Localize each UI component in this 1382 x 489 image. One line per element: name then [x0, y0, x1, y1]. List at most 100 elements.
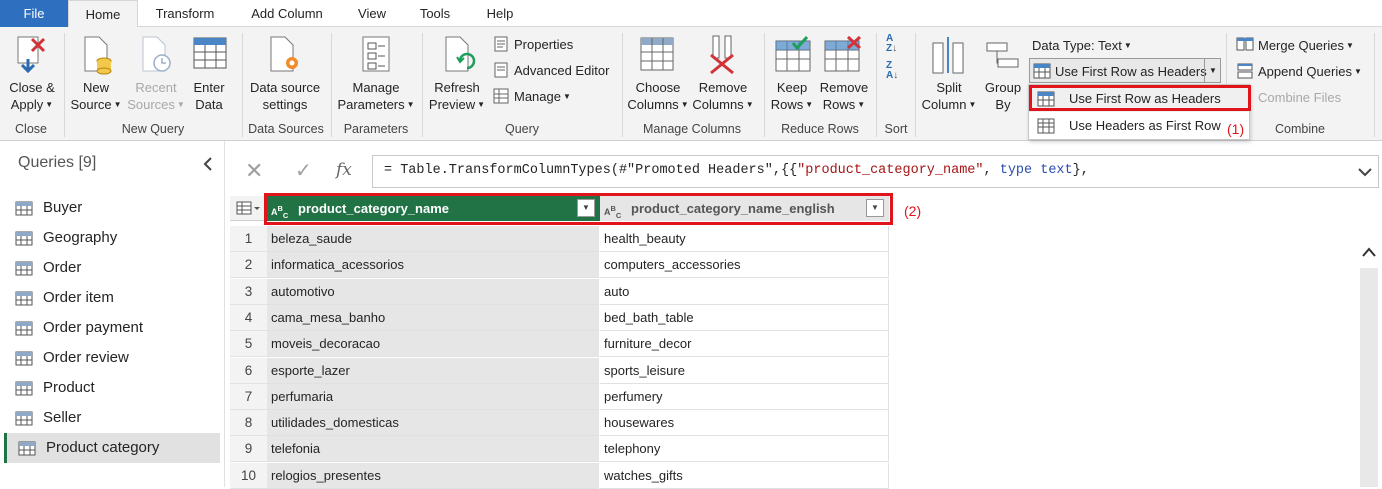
manage-button[interactable]: Manage ▼	[514, 88, 571, 105]
table-cell[interactable]: perfumaria	[267, 383, 600, 410]
remove-rows-icon	[824, 35, 862, 72]
sort-descending-button[interactable]: Z A↓	[886, 61, 898, 81]
tab-help[interactable]: Help	[476, 0, 524, 27]
append-queries-button[interactable]: Append Queries ▼	[1258, 63, 1362, 80]
row-number[interactable]: 8	[230, 410, 267, 437]
properties-button[interactable]: Properties	[514, 36, 573, 53]
vertical-scrollbar[interactable]	[1358, 240, 1380, 487]
row-number[interactable]: 7	[230, 383, 267, 410]
scrollbar-thumb[interactable]	[1360, 268, 1378, 487]
table-cell[interactable]: telefonia	[267, 436, 600, 463]
collapse-chevron-icon[interactable]	[202, 157, 214, 171]
remove-columns-button[interactable]: Remove Columns ▼	[690, 79, 756, 113]
tab-view[interactable]: View	[350, 0, 394, 27]
row-number[interactable]: 2	[230, 252, 267, 279]
keep-rows-button[interactable]: Keep Rows ▼	[768, 79, 816, 113]
table-cell[interactable]: watches_gifts	[600, 462, 889, 489]
query-item[interactable]: Seller	[4, 403, 220, 433]
row-number[interactable]: 9	[230, 436, 267, 463]
tab-home[interactable]: Home	[68, 0, 138, 28]
keep-rows-icon	[775, 35, 811, 72]
new-source-button[interactable]: New Source ▼	[68, 79, 124, 113]
manage-parameters-button[interactable]: Manage Parameters ▼	[334, 79, 418, 113]
group-label-reduce-rows: Reduce Rows	[781, 122, 859, 136]
table-cell[interactable]: informatica_acessorios	[267, 252, 600, 279]
table-cell[interactable]: health_beauty	[600, 226, 889, 252]
table-menu-button[interactable]	[230, 196, 267, 221]
row-number[interactable]: 3	[230, 278, 267, 305]
query-item[interactable]: Buyer	[4, 193, 220, 223]
recent-sources-icon	[142, 36, 171, 72]
refresh-preview-icon	[445, 36, 476, 72]
tab-tools[interactable]: Tools	[412, 0, 458, 27]
query-item[interactable]: Order payment	[4, 313, 220, 343]
table-cell[interactable]: cama_mesa_banho	[267, 304, 600, 331]
expand-formula-chevron-icon[interactable]	[1358, 167, 1372, 177]
confirm-formula-icon[interactable]: ✓	[295, 160, 312, 182]
formula-prefix: = Table.TransformColumnTypes(#"Promoted …	[384, 163, 798, 178]
menu-item-use-headers-as-first-row[interactable]: Use Headers as First Row	[1029, 113, 1249, 139]
table-cell[interactable]: beleza_saude	[267, 226, 600, 252]
table-cell[interactable]: automotivo	[267, 278, 600, 305]
table-cell[interactable]: telephony	[600, 436, 889, 463]
query-item[interactable]: Product category	[4, 433, 220, 463]
table-cell[interactable]: moveis_decoracao	[267, 331, 600, 358]
query-item[interactable]: Order review	[4, 343, 220, 373]
enter-data-button[interactable]: Enter Data	[186, 79, 232, 113]
row-number[interactable]: 6	[230, 357, 267, 384]
remove-rows-button[interactable]: Remove Rows ▼	[816, 79, 872, 113]
queries-title: Queries [9]	[18, 154, 97, 171]
tab-file[interactable]: File	[0, 0, 68, 27]
recent-sources-button[interactable]: Recent Sources ▼	[126, 79, 186, 113]
table-cell[interactable]: relogios_presentes	[267, 462, 600, 489]
table-icon	[15, 381, 33, 396]
row-number[interactable]: 10	[230, 462, 267, 489]
scroll-up-icon[interactable]	[1361, 246, 1377, 258]
sort-ascending-button[interactable]: A Z↓	[886, 34, 897, 54]
choose-columns-icon	[640, 37, 674, 71]
row-number[interactable]: 4	[230, 304, 267, 331]
query-item-label: Buyer	[43, 199, 83, 216]
row-number[interactable]: 5	[230, 331, 267, 358]
table-cell[interactable]: auto	[600, 278, 889, 305]
query-item-label: Seller	[43, 409, 82, 426]
table-cell[interactable]: furniture_decor	[600, 331, 889, 358]
query-item-label: Order payment	[43, 319, 144, 336]
split-column-button[interactable]: Split Column ▼	[918, 79, 980, 113]
table-icon	[15, 261, 33, 276]
group-by-button[interactable]: Group By	[980, 79, 1026, 113]
data-type-dropdown[interactable]: Data Type: Text ▼	[1032, 37, 1132, 54]
query-item-label: Product	[43, 379, 95, 396]
refresh-preview-button[interactable]: Refresh Preview ▼	[426, 79, 488, 113]
table-cell[interactable]: utilidades_domesticas	[267, 410, 600, 437]
choose-columns-button[interactable]: Choose Columns ▼	[626, 79, 690, 113]
table-cell[interactable]: esporte_lazer	[267, 357, 600, 384]
close-apply-button[interactable]: Close & Apply ▼	[4, 79, 60, 113]
group-label-query: Query	[504, 122, 540, 136]
choose-columns-label: Choose Columns	[627, 80, 681, 112]
formula-bar[interactable]: = Table.TransformColumnTypes(#"Promoted …	[372, 155, 1379, 188]
table-cell[interactable]: sports_leisure	[600, 357, 889, 384]
table-cell[interactable]: computers_accessories	[600, 252, 889, 279]
query-item[interactable]: Order item	[4, 283, 220, 313]
combine-files-button[interactable]: Combine Files	[1258, 89, 1341, 106]
tab-transform[interactable]: Transform	[146, 0, 224, 27]
table-cell[interactable]: perfumery	[600, 383, 889, 410]
formula-text: = Table.TransformColumnTypes(#"Promoted …	[384, 163, 1089, 178]
row-number[interactable]: 1	[230, 226, 267, 252]
advanced-editor-button[interactable]: Advanced Editor	[514, 62, 609, 79]
table-cell[interactable]: bed_bath_table	[600, 304, 889, 331]
manage-parameters-label: Manage Parameters	[337, 80, 405, 112]
cancel-formula-icon[interactable]: ✕	[245, 160, 263, 182]
query-item[interactable]: Geography	[4, 223, 220, 253]
fx-icon[interactable]: fx	[336, 160, 352, 180]
query-item[interactable]: Product	[4, 373, 220, 403]
first-row-dropdown-arrow[interactable]: ▼	[1204, 58, 1221, 83]
data-source-settings-button[interactable]: Data source settings	[244, 79, 326, 113]
query-item-label: Order item	[43, 289, 114, 306]
merge-queries-button[interactable]: Merge Queries ▼	[1258, 37, 1354, 54]
table-icon	[1037, 118, 1055, 134]
table-cell[interactable]: housewares	[600, 410, 889, 437]
tab-add-column[interactable]: Add Column	[242, 0, 332, 27]
query-item[interactable]: Order	[4, 253, 220, 283]
